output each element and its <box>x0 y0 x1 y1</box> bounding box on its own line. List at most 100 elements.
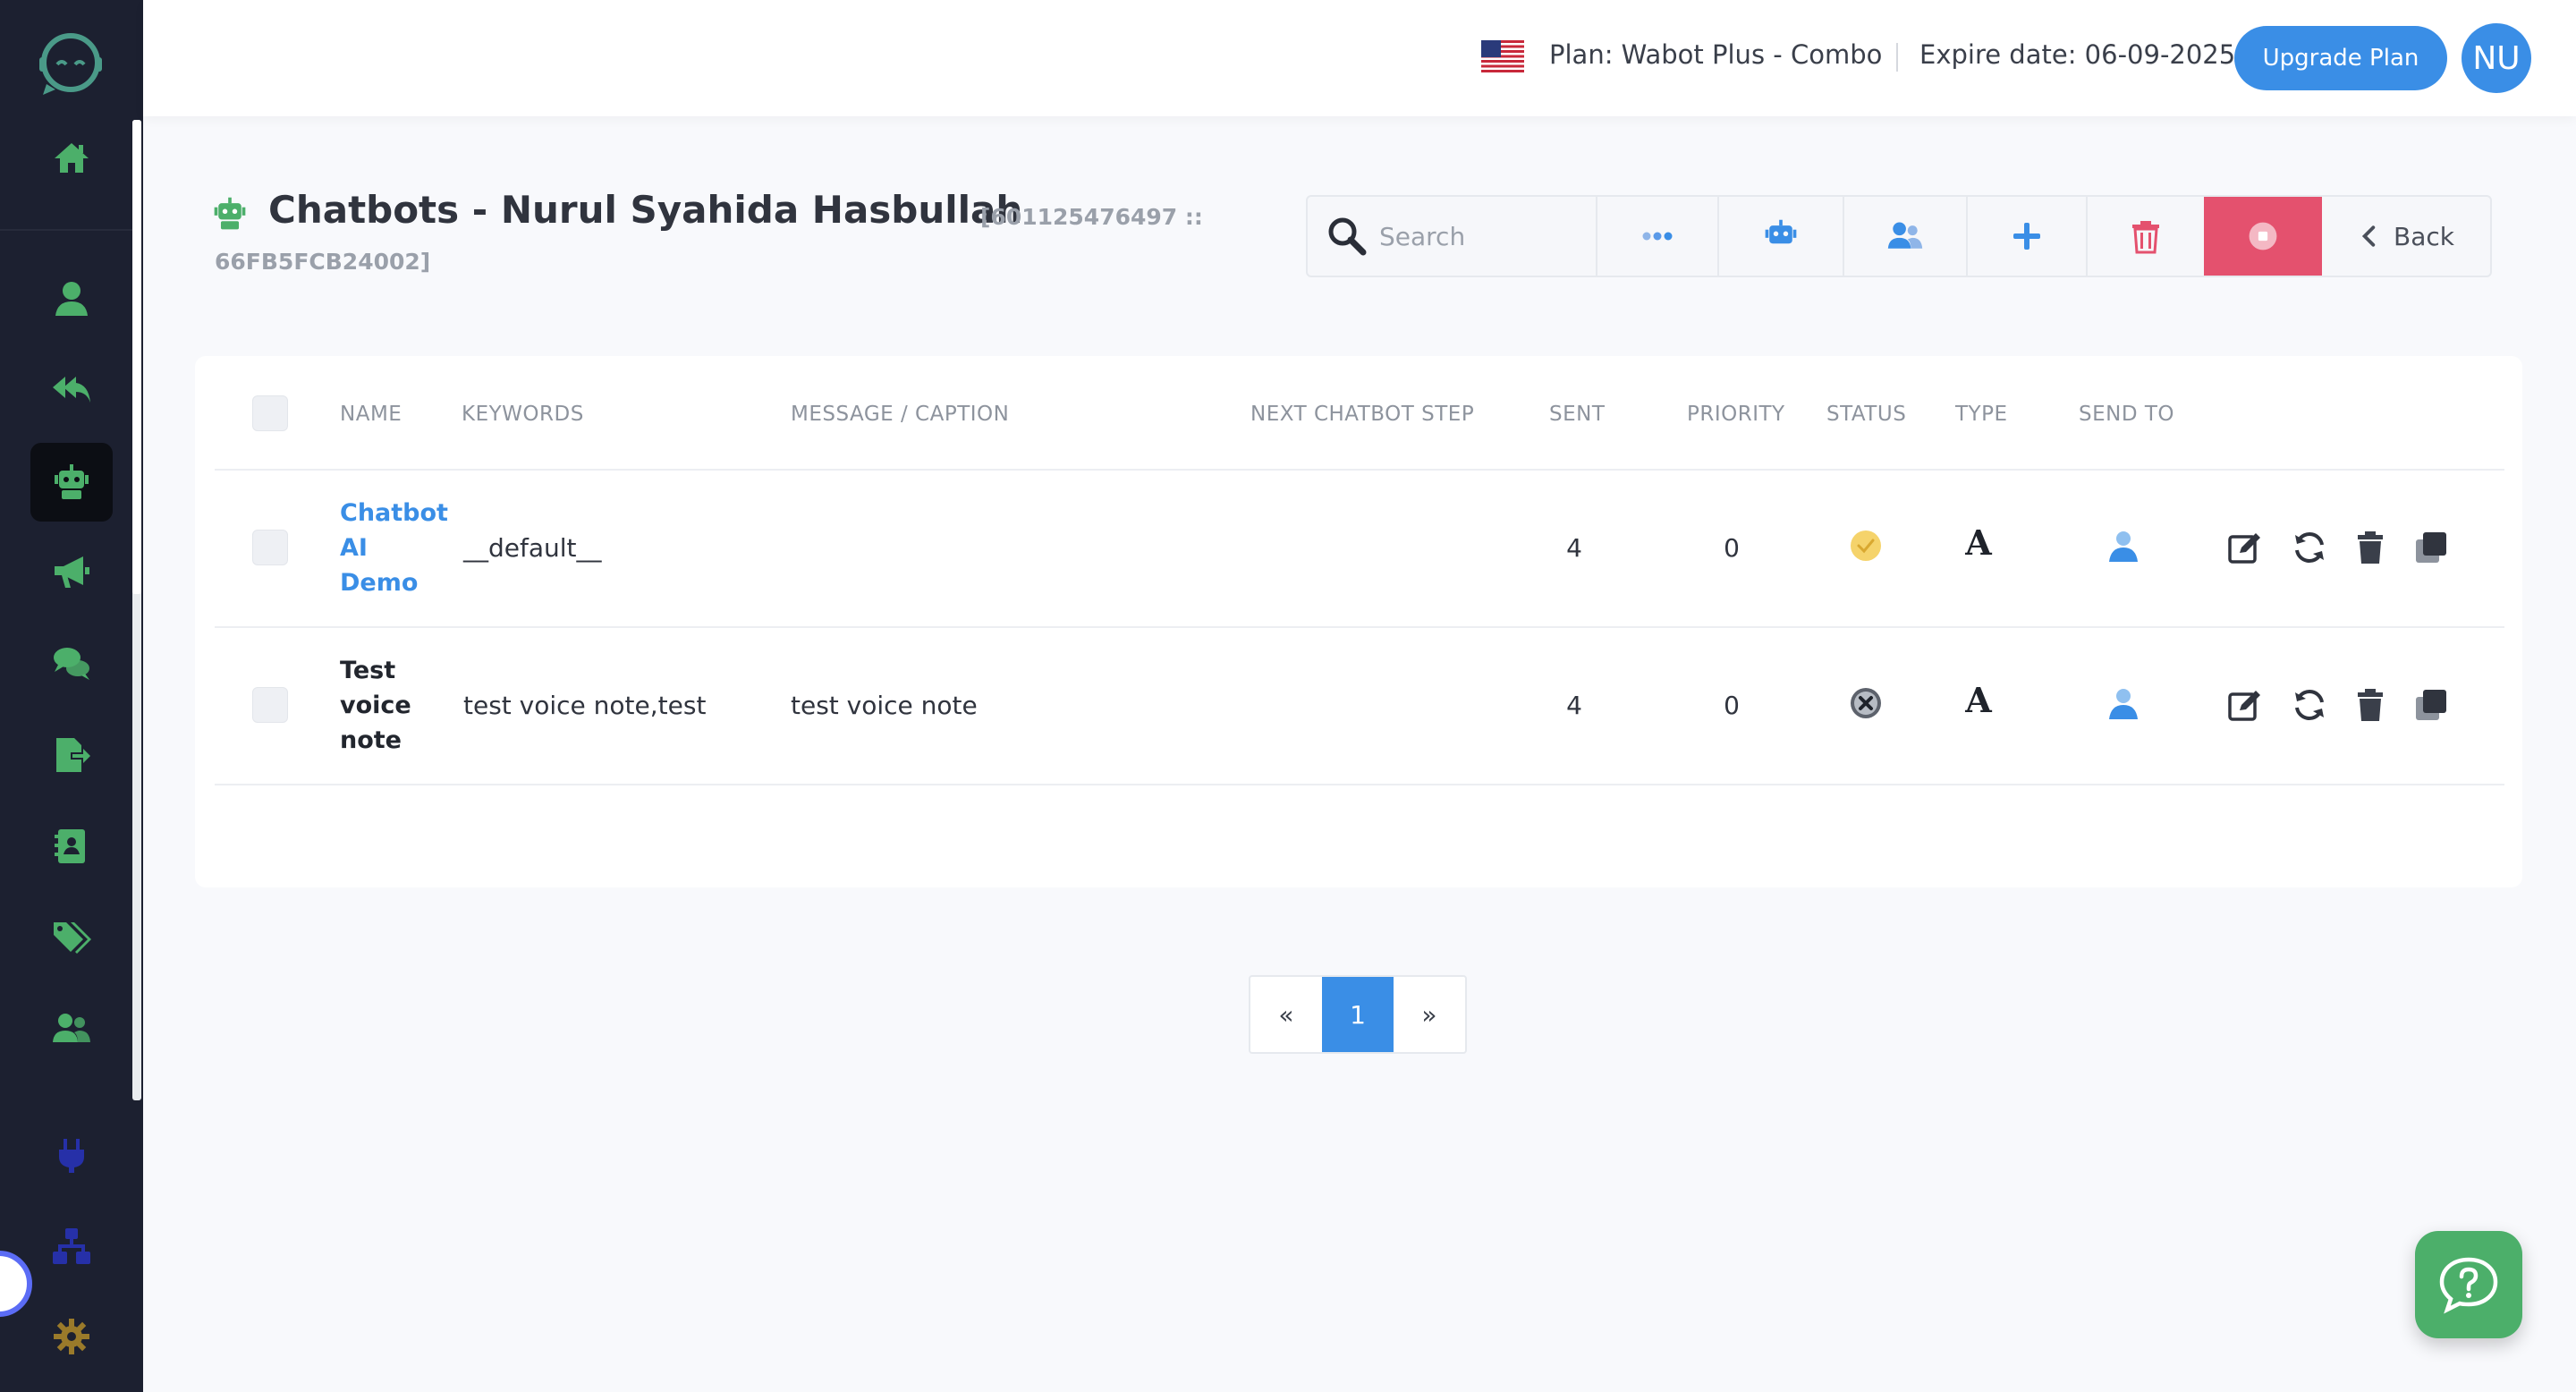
robot-icon <box>1765 219 1797 244</box>
chatbot-table-card <box>195 356 2522 887</box>
sidebar <box>0 0 143 1392</box>
upgrade-plan-button[interactable]: Upgrade Plan <box>2234 26 2447 90</box>
home-icon <box>55 143 89 173</box>
file-export-icon <box>56 738 90 772</box>
delete-selected-button[interactable] <box>2088 197 2204 276</box>
chat-bubbles-icon <box>54 648 89 680</box>
sitemap-icon <box>53 1228 90 1264</box>
row-divider <box>215 469 2504 471</box>
sidebar-item-export[interactable] <box>30 716 113 794</box>
sidebar-scrollbar-thumb[interactable] <box>132 120 141 594</box>
address-book-icon <box>55 829 85 863</box>
search-icon <box>1328 217 1367 256</box>
pagination-next[interactable]: » <box>1394 977 1465 1052</box>
pagination-page-1[interactable]: 1 <box>1322 977 1394 1052</box>
column-header-sent[interactable]: SENT <box>1549 403 1605 426</box>
assign-users-button[interactable] <box>1844 197 1966 276</box>
send-to-user-icon[interactable] <box>2106 685 2141 721</box>
column-header-status[interactable]: STATUS <box>1826 403 1906 426</box>
send-to-user-icon[interactable] <box>2106 528 2141 564</box>
more-options-button[interactable] <box>1597 197 1717 276</box>
pagination: « 1 » <box>1249 975 1467 1054</box>
copy-icon[interactable] <box>2413 687 2449 723</box>
column-header-type[interactable]: TYPE <box>1955 403 2008 426</box>
chatbot-name[interactable]: Test voice note <box>340 653 456 758</box>
users-icon <box>1887 222 1923 249</box>
edit-icon[interactable] <box>2227 530 2263 565</box>
chevron-left-icon <box>2361 225 2376 247</box>
back-label: Back <box>2394 221 2454 251</box>
sidebar-item-broadcast[interactable] <box>30 533 113 612</box>
help-bubble-icon <box>2439 1257 2498 1314</box>
sidebar-item-home[interactable] <box>30 118 113 197</box>
sidebar-divider <box>0 229 132 231</box>
device-id-line-1: [601125476497 :: <box>980 204 1203 230</box>
robot-icon <box>214 197 246 230</box>
row-checkbox[interactable] <box>252 530 288 565</box>
add-button[interactable] <box>1968 197 2086 276</box>
megaphone-icon <box>55 556 89 588</box>
delete-icon[interactable] <box>2352 687 2388 723</box>
stop-button[interactable] <box>2204 197 2322 276</box>
sidebar-item-flows[interactable] <box>30 1208 113 1286</box>
refresh-icon[interactable] <box>2292 687 2327 723</box>
priority-cell: 0 <box>1724 691 1740 720</box>
sidebar-scrollbar[interactable] <box>132 120 141 1100</box>
column-header-next-step[interactable]: NEXT CHATBOT STEP <box>1250 403 1474 426</box>
sidebar-item-settings[interactable] <box>30 1297 113 1376</box>
status-inactive-icon[interactable] <box>1848 685 1884 721</box>
keywords-cell: test voice note,test <box>463 691 707 720</box>
sidebar-item-contacts[interactable] <box>30 259 113 338</box>
type-text-icon: A <box>1965 680 1992 720</box>
copy-icon[interactable] <box>2413 530 2449 565</box>
user-icon <box>55 282 88 316</box>
column-header-keywords[interactable]: KEYWORDS <box>462 403 584 426</box>
select-all-checkbox[interactable] <box>252 395 288 431</box>
sidebar-item-tags[interactable] <box>30 898 113 977</box>
help-chat-button[interactable] <box>2415 1231 2522 1338</box>
pagination-prev[interactable]: « <box>1250 977 1322 1052</box>
back-button[interactable]: Back <box>2322 197 2490 276</box>
row-divider <box>215 626 2504 628</box>
reply-all-icon <box>53 377 90 403</box>
search-input[interactable] <box>1379 211 1558 261</box>
stop-circle-icon <box>2249 222 2277 250</box>
avatar[interactable]: NU <box>2462 23 2531 93</box>
gear-icon <box>54 1319 89 1354</box>
sidebar-item-chats[interactable] <box>30 624 113 703</box>
column-header-message[interactable]: MESSAGE / CAPTION <box>791 403 1009 426</box>
keywords-cell: __default__ <box>463 533 602 563</box>
edit-icon[interactable] <box>2227 687 2263 723</box>
trash-icon <box>2132 221 2159 254</box>
robot-icon <box>55 464 89 499</box>
priority-cell: 0 <box>1724 533 1740 563</box>
status-active-icon[interactable] <box>1848 528 1884 564</box>
toolbar: Back <box>1306 195 2492 277</box>
device-id-line-2: 66FB5FCB24002] <box>215 249 431 275</box>
sent-cell: 4 <box>1566 533 1582 563</box>
sent-cell: 4 <box>1566 691 1582 720</box>
expire-date-label: Expire date: 06-09-2025 <box>1919 39 2236 70</box>
sidebar-item-address-book[interactable] <box>30 807 113 886</box>
sidebar-item-users[interactable] <box>30 989 113 1068</box>
refresh-icon[interactable] <box>2292 530 2327 565</box>
delete-icon[interactable] <box>2352 530 2388 565</box>
sidebar-item-auto-reply[interactable] <box>30 351 113 429</box>
message-cell: test voice note <box>791 691 978 720</box>
page-title: Chatbots - Nurul Syahida Hasbullah <box>268 188 1023 232</box>
chatbot-name-link[interactable]: Chatbot AI Demo <box>340 496 456 600</box>
column-header-send-to[interactable]: SEND TO <box>2079 403 2174 426</box>
row-checkbox[interactable] <box>252 687 288 723</box>
column-header-priority[interactable]: PRIORITY <box>1687 403 1785 426</box>
sidebar-item-integrations[interactable] <box>30 1116 113 1195</box>
type-text-icon: A <box>1965 522 1992 563</box>
wabot-logo-icon[interactable] <box>34 27 107 100</box>
us-flag-icon[interactable] <box>1481 40 1524 72</box>
column-header-name[interactable]: NAME <box>340 403 402 426</box>
users-icon <box>53 1014 90 1042</box>
tags-icon <box>54 922 91 954</box>
add-chatbot-button[interactable] <box>1719 197 1843 276</box>
row-divider <box>215 784 2504 785</box>
sidebar-item-chatbots[interactable] <box>30 443 113 522</box>
plug-icon <box>59 1139 84 1173</box>
